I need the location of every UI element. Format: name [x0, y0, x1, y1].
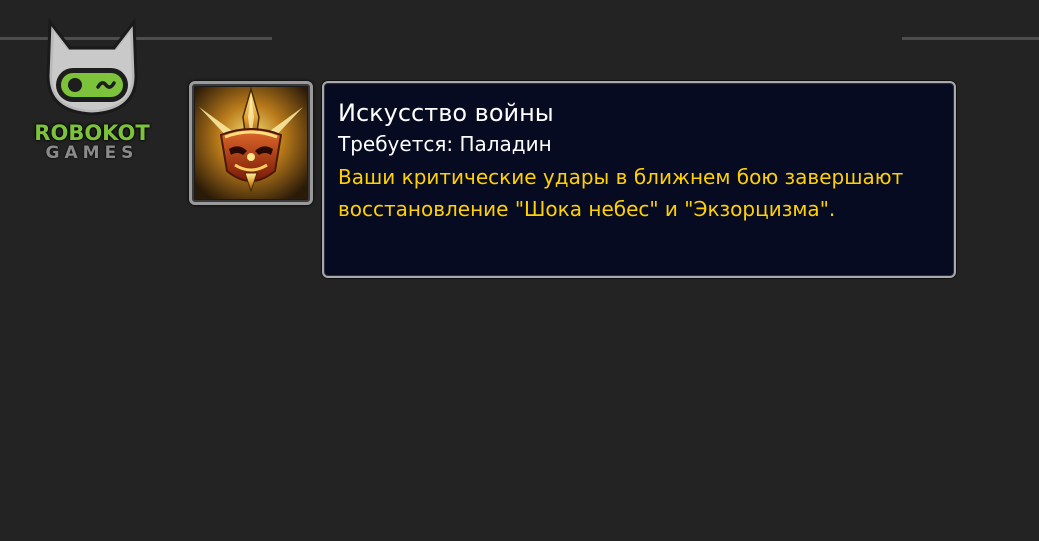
ability-icon-frame[interactable]	[189, 81, 313, 205]
ability-description: Ваши критические удары в ближнем бою зав…	[338, 165, 904, 221]
art-of-war-helmet-icon	[195, 87, 307, 199]
logo-wordmark-robokot: ROBOKOT	[34, 121, 150, 145]
ability-requirement: Требуется: Паладин	[338, 132, 552, 156]
ability-name: Искусство войны	[338, 99, 554, 127]
top-divider-right	[902, 37, 1039, 40]
robokot-games-logo: ROBOKOT GAMES	[22, 18, 162, 168]
logo-wordmark-games: GAMES	[45, 143, 139, 163]
ability-tooltip: Искусство войны Требуется: Паладин Ваши …	[322, 81, 956, 278]
robot-cat-head-icon	[46, 18, 138, 116]
